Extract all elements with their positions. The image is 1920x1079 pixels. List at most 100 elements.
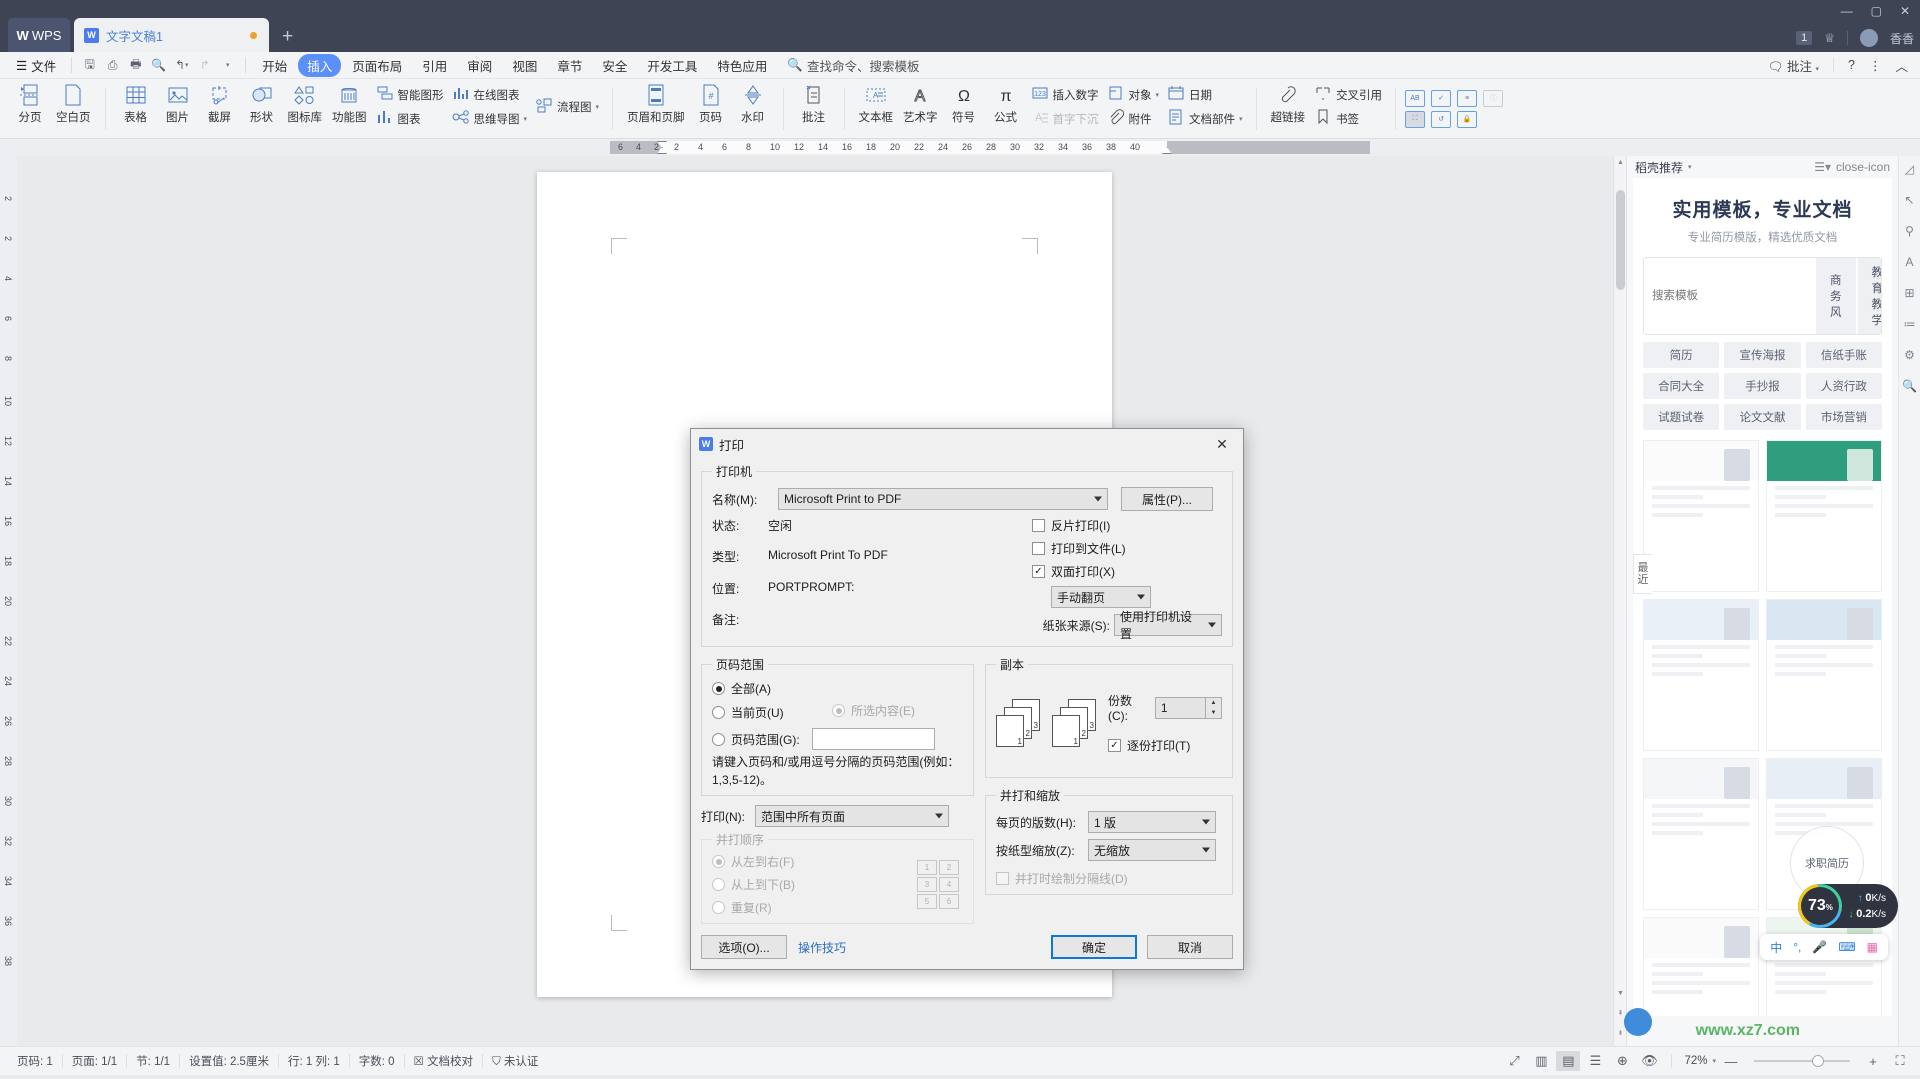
tab-insert[interactable]: 插入 [298,53,342,77]
print-layout-icon[interactable]: ▤ [1556,1051,1581,1071]
user-name[interactable]: 香香 [1890,30,1914,47]
form-protect-icon[interactable]: 🔒 [1457,110,1478,128]
range-pages-radio[interactable]: 页码范围(G): [712,728,963,750]
ribbon-mind-map[interactable]: 思维导图 ▾ [448,108,532,129]
options-button[interactable]: 选项(O)... [701,935,787,959]
ribbon-text-box[interactable]: A 文本框 [854,81,899,127]
spinner-up-icon[interactable]: ▲ [1206,697,1221,708]
ribbon-word-art[interactable]: A 艺术字 [898,81,943,127]
outline-view-icon[interactable]: ☰ [1583,1051,1607,1071]
dropdown-field-icon[interactable]: ≡ [1457,89,1478,107]
horizontal-ruler[interactable]: 6 4 2 2 4 6 8 10 12 14 16 18 20 22 24 26 28 30 32 34 36 38 40 [610,141,1370,154]
ribbon-shapes[interactable]: 形状 [241,81,283,127]
text-field-icon[interactable]: AB [1405,89,1426,107]
fullscreen-icon[interactable]: ⤢ [1502,1051,1526,1071]
ribbon-watermark[interactable]: 水印 [732,81,774,127]
range-all-radio[interactable]: 全部(A) [712,680,832,697]
file-menu-button[interactable]: ☰ 文件 [8,56,64,75]
tab-references[interactable]: 引用 [413,54,456,77]
tab-view[interactable]: 视图 [503,54,546,77]
minimize-button[interactable]: — [1841,4,1853,18]
ribbon-cross-reference[interactable]: „ 交叉引用 [1310,84,1386,105]
chevron-down-icon[interactable]: ▾ [1712,1057,1716,1065]
pages-per-sheet-select[interactable]: 1 版 [1088,811,1216,833]
duplex-mode-select[interactable]: 手动翻页 [1051,586,1151,608]
zoom-slider-knob[interactable] [1812,1055,1824,1067]
tab-start[interactable]: 开始 [253,54,296,77]
ribbon-blank-page[interactable]: 空白页 [51,81,96,127]
ribbon-date[interactable]: 日期 [1163,84,1247,105]
ribbon-smart-art[interactable]: 智能图形 [372,84,448,105]
status-page-number[interactable]: 页码: 1 [8,1053,62,1069]
ribbon-header-footer[interactable]: 页眉和页脚 [622,81,690,127]
zoom-level[interactable]: 72% [1682,1055,1709,1067]
tab-section[interactable]: 章节 [548,54,591,77]
ribbon-page-number[interactable]: # 页码 [690,81,732,127]
avatar[interactable] [1859,29,1878,47]
status-unverified[interactable]: ⛉ 未认证 [483,1053,547,1069]
web-layout-icon[interactable]: ⊕ [1610,1051,1634,1071]
status-page-count[interactable]: 页面: 1/1 [63,1053,126,1069]
redo-icon[interactable]: ↱ [194,55,215,75]
ribbon-attachment[interactable]: 附件 [1103,108,1164,129]
tips-link[interactable]: 操作技巧 [798,939,846,956]
skin-icon[interactable]: ♕ [1824,31,1835,45]
ribbon-insert-number[interactable]: 123 插入数字 [1027,84,1103,105]
ribbon-symbol[interactable]: Ω 符号 [943,81,985,127]
tab-page-layout[interactable]: 页面布局 [343,54,411,77]
tab-featured-apps[interactable]: 特色应用 [708,54,776,77]
status-row-column[interactable]: 行: 1 列: 1 [279,1053,349,1069]
spinner-arrows[interactable]: ▲ ▼ [1205,697,1221,718]
ribbon-table[interactable]: 表格 [115,81,157,127]
ribbon-bookmark[interactable]: 书签 [1310,108,1386,129]
print-icon[interactable]: 🖶 [125,55,146,75]
ribbon-chart[interactable]: 图表 [372,108,448,129]
ribbon-screenshot[interactable]: 截屏 [199,81,241,127]
comment-button[interactable]: 🗨 批注 ▾ [1768,56,1819,75]
spinner-down-icon[interactable]: ▼ [1206,707,1221,718]
checkbox-field-icon[interactable]: ✓ [1431,89,1452,107]
ribbon-icon-library[interactable]: 图标库 [283,81,328,127]
ribbon-comment[interactable]: 批注 [793,81,835,127]
form-reset-icon[interactable]: ↺ [1431,110,1452,128]
ribbon-online-chart[interactable]: 在线图表 [448,84,532,105]
printer-name-select[interactable]: Microsoft Print to PDF [778,488,1108,510]
save-icon[interactable]: 🖫 [79,55,100,75]
two-page-icon[interactable]: ▥ [1529,1051,1553,1071]
fit-page-icon[interactable]: ⛶ [1888,1051,1912,1071]
range-pages-input[interactable] [811,728,935,750]
maximize-button[interactable]: ▢ [1871,4,1882,18]
status-word-count[interactable]: 字数: 0 [350,1053,404,1069]
copies-spinner[interactable]: 1 ▲ ▼ [1154,696,1222,719]
cancel-button[interactable]: 取消 [1147,935,1233,959]
ribbon-function-chart[interactable]: 功能图 [327,81,372,127]
document-tab[interactable]: W 文字文稿1 [74,18,269,52]
scale-select[interactable]: 无缩放 [1088,839,1216,861]
ok-button[interactable]: 确定 [1051,935,1137,959]
tab-security[interactable]: 安全 [593,54,636,77]
paper-source-select[interactable]: 使用打印机设置 [1114,610,1222,641]
undo-print-icon[interactable]: ⎙ [102,55,123,75]
tab-developer[interactable]: 开发工具 [638,54,706,77]
zoom-in-button[interactable]: + [1861,1051,1885,1071]
status-margin-value[interactable]: 设置值: 2.5厘米 [180,1053,278,1069]
ribbon-hyperlink[interactable]: 超链接 [1266,81,1311,127]
reverse-print-checkbox[interactable]: 反片打印(I) [1032,517,1222,534]
eye-icon[interactable]: 👁 [1637,1051,1661,1071]
ribbon-picture[interactable]: 图片 [157,81,199,127]
close-icon[interactable]: ✕ [1207,431,1237,457]
zoom-out-button[interactable]: — [1719,1051,1743,1071]
collate-checkbox[interactable]: ✓ 逐份打印(T) [1108,737,1222,754]
print-what-select[interactable]: 范围中所有页面 [755,805,949,827]
tab-review[interactable]: 审阅 [458,54,501,77]
more-options-icon[interactable]: ⋮ [1869,58,1882,73]
tab-count-badge[interactable]: 1 [1796,31,1813,45]
duplex-checkbox[interactable]: ✓ 双面打印(X) [1032,563,1222,580]
range-current-radio[interactable]: 当前页(U) [712,704,832,721]
printer-properties-button[interactable]: 属性(P)... [1121,487,1213,511]
ribbon-doc-parts[interactable]: 文档部件 ▾ [1163,108,1247,129]
print-to-file-checkbox[interactable]: 打印到文件(L) [1032,540,1222,557]
print-preview-icon[interactable]: 🔍 [148,55,169,75]
help-icon[interactable]: ? [1848,58,1855,72]
zoom-slider[interactable] [1754,1055,1850,1067]
